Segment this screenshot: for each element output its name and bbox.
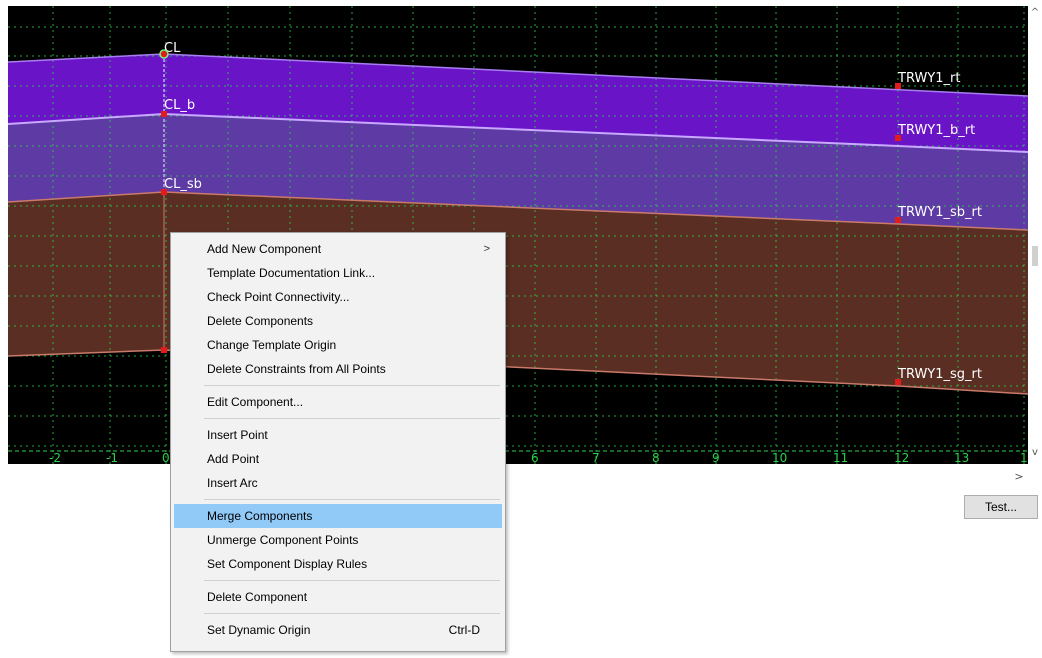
menu-item-merge-components[interactable]: Merge Components [174,504,502,528]
menu-item-set-dynamic-origin[interactable]: Set Dynamic Origin Ctrl-D [174,618,502,642]
point-cl-b-label: CL_b [164,98,195,113]
x-axis-tick-label: 7 [592,451,600,464]
menu-item-add-new-component[interactable]: Add New Component > [174,237,502,261]
x-axis-tick-label: 12 [894,451,909,464]
menu-item-label: Add Point [207,452,260,466]
menu-item-add-point[interactable]: Add Point [174,447,502,471]
menu-item-label: Unmerge Component Points [207,533,359,547]
x-axis-tick-label: 6 [531,451,539,464]
menu-item-label: Delete Constraints from All Points [207,362,386,376]
x-axis-tick-label: 10 [772,451,787,464]
test-button[interactable]: Test... [964,495,1038,519]
scroll-up-arrow-icon[interactable]: ^ [1028,6,1042,20]
menu-separator [174,414,502,423]
menu-item-label: Check Point Connectivity... [207,290,350,304]
menu-item-label: Delete Components [207,314,314,328]
x-axis-tick-label: -1 [106,451,118,464]
menu-item-label: Change Template Origin [207,338,337,352]
scrollbar-thumb[interactable] [1032,246,1038,266]
submenu-arrow-icon: > [483,243,490,255]
menu-item-change-template-origin[interactable]: Change Template Origin [174,333,502,357]
menu-separator [174,495,502,504]
menu-item-label: Template Documentation Link... [207,266,376,280]
x-axis-tick-label: -2 [49,451,61,464]
menu-item-label: Add New Component [207,242,322,256]
x-axis-tick-label: 14 [1020,451,1028,464]
menu-item-insert-arc[interactable]: Insert Arc [174,471,502,495]
point-trwy1-b-rt-label: TRWY1_b_rt [897,123,975,138]
menu-item-shortcut: Ctrl-D [448,623,480,637]
menu-item-label: Insert Arc [207,476,258,490]
menu-item-insert-point[interactable]: Insert Point [174,423,502,447]
x-axis-tick-label: 11 [833,451,848,464]
template-canvas[interactable]: CL CL_b CL_sb TRWY1_rt TRWY1_b_rt TRWY1_sb_rt… [8,6,1028,464]
menu-item-delete-components[interactable]: Delete Components [174,309,502,333]
context-menu: Add New Component > Template Documentation… [170,232,506,652]
menu-item-delete-constraints-from-all-points[interactable]: Delete Constraints from All Points [174,357,502,381]
x-axis-tick-label: 8 [652,451,660,464]
menu-item-edit-component[interactable]: Edit Component... [174,390,502,414]
menu-separator [174,576,502,585]
point-trwy1-sg-rt-label: TRWY1_sg_rt [897,367,982,382]
point-trwy1-rt-label: TRWY1_rt [897,71,960,86]
menu-item-label: Insert Point [207,428,268,442]
menu-item-label: Set Dynamic Origin [207,623,311,637]
menu-item-unmerge-component-points[interactable]: Unmerge Component Points [174,528,502,552]
scroll-right-arrow-icon[interactable]: > [1012,470,1026,484]
menu-separator [174,609,502,618]
scroll-down-arrow-icon[interactable]: v [1028,446,1042,460]
menu-separator [174,381,502,390]
point-cl-label: CL [164,41,181,56]
x-axis-tick-label: 0 [162,451,170,464]
menu-item-set-component-display-rules[interactable]: Set Component Display Rules [174,552,502,576]
x-axis-tick-label: 9 [712,451,720,464]
point-cl-sg-marker[interactable] [161,347,167,353]
template-drawing[interactable]: CL CL_b CL_sb TRWY1_rt TRWY1_b_rt TRWY1_sb_rt… [8,6,1028,464]
point-trwy1-sb-rt-label: TRWY1_sb_rt [897,205,982,220]
menu-item-label: Set Component Display Rules [207,557,368,571]
menu-item-delete-component[interactable]: Delete Component [174,585,502,609]
menu-item-template-documentation-link[interactable]: Template Documentation Link... [174,261,502,285]
vertical-scrollbar[interactable]: ^ v [1028,6,1042,464]
menu-item-label: Merge Components [207,509,313,523]
point-cl-sb-label: CL_sb [164,177,202,192]
menu-item-check-point-connectivity[interactable]: Check Point Connectivity... [174,285,502,309]
menu-item-label: Edit Component... [207,395,304,409]
menu-item-label: Delete Component [207,590,308,604]
x-axis-tick-label: 13 [954,451,969,464]
